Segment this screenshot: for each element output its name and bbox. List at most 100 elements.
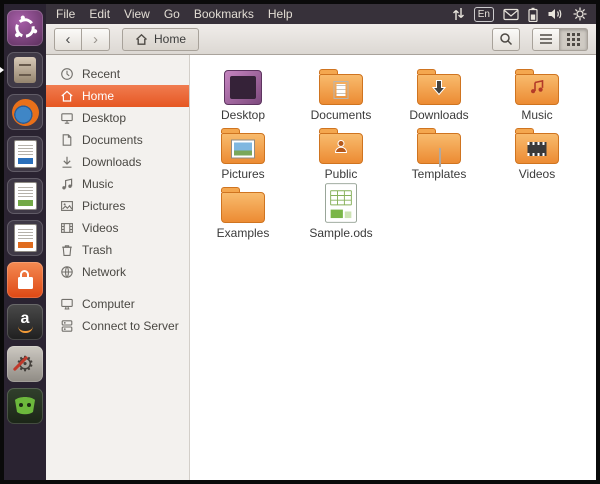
documents-folder-icon <box>319 65 363 105</box>
sidebar-item-pictures[interactable]: Pictures <box>46 195 189 217</box>
launcher-item-software-center[interactable] <box>7 262 43 298</box>
ubuntu-logo-icon <box>15 15 38 38</box>
mail-icon[interactable] <box>503 8 519 21</box>
network-arrows-icon[interactable] <box>452 7 465 21</box>
file-item-label: Templates <box>411 167 467 181</box>
launcher-item-amazon[interactable]: a <box>7 304 43 340</box>
menu-bookmarks[interactable]: Bookmarks <box>194 7 254 21</box>
file-item-music[interactable]: Music <box>488 65 586 124</box>
launcher-item-writer[interactable] <box>7 136 43 172</box>
sidebar-item-label: Computer <box>82 297 135 311</box>
sidebar-item-label: Pictures <box>82 199 126 213</box>
file-item-label: Sample.ods <box>309 226 373 240</box>
sidebar-separator <box>46 283 189 293</box>
network-globe-icon <box>60 265 74 279</box>
file-item-label: Downloads <box>409 108 469 122</box>
file-item-downloads[interactable]: Downloads <box>390 65 488 124</box>
sidebar-item-videos[interactable]: Videos <box>46 217 189 239</box>
file-item-desktop[interactable]: Desktop <box>194 65 292 124</box>
templates-folder-icon <box>417 124 461 167</box>
home-icon <box>136 33 147 45</box>
launcher-item-settings[interactable]: ⚙ <box>7 346 43 382</box>
grid-view-button[interactable] <box>560 27 588 51</box>
location-home-button[interactable]: Home <box>122 27 200 51</box>
libreoffice-calc-icon <box>13 182 37 210</box>
list-view-icon <box>540 34 552 44</box>
file-item-label: Public <box>324 167 358 181</box>
desktop-icon <box>60 111 74 125</box>
home-icon <box>60 89 74 103</box>
file-cabinet-icon <box>14 57 36 83</box>
file-item-templates[interactable]: Templates <box>390 124 488 183</box>
battery-icon[interactable] <box>528 7 538 22</box>
list-view-button[interactable] <box>532 27 560 51</box>
sidebar-item-label: Trash <box>82 243 113 257</box>
sidebar-item-label: Home <box>82 89 115 103</box>
launcher-item-files[interactable] <box>7 52 43 88</box>
file-icon-view: Desktop Documents Downloads Music Pictur… <box>190 55 596 480</box>
keyboard-layout-indicator[interactable]: En <box>473 6 494 22</box>
sidebar-item-recent[interactable]: Recent <box>46 63 189 85</box>
file-item-label: Videos <box>518 167 556 181</box>
session-gear-icon[interactable] <box>572 6 588 22</box>
sidebar-item-downloads[interactable]: Downloads <box>46 151 189 173</box>
unity-launcher: a ⚙ <box>4 4 46 480</box>
sidebar-item-label: Desktop <box>82 111 127 125</box>
file-item-documents[interactable]: Documents <box>292 65 390 124</box>
top-panel: File Edit View Go Bookmarks Help En <box>46 4 596 24</box>
download-arrow-icon <box>60 155 74 169</box>
sidebar-item-network[interactable]: Network <box>46 261 189 283</box>
examples-folder-icon <box>221 183 265 223</box>
file-item-sample-ods[interactable]: Sample.ods <box>292 183 390 242</box>
nav-button-group: ‹ › <box>54 27 110 51</box>
green-mask-icon <box>15 397 35 415</box>
sidebar-item-label: Videos <box>82 221 119 235</box>
back-button[interactable]: ‹ <box>54 27 82 51</box>
file-item-videos[interactable]: Videos <box>488 124 586 183</box>
grid-view-icon <box>567 32 580 46</box>
sidebar-item-label: Downloads <box>82 155 142 169</box>
launcher-item-impress[interactable] <box>7 220 43 256</box>
file-item-label: Documents <box>310 108 372 122</box>
sidebar-item-documents[interactable]: Documents <box>46 129 189 151</box>
sidebar-item-desktop[interactable]: Desktop <box>46 107 189 129</box>
sidebar-item-label: Network <box>82 265 127 279</box>
volume-icon[interactable] <box>547 7 563 21</box>
sidebar-item-label: Music <box>82 177 114 191</box>
public-folder-icon <box>319 124 363 164</box>
libreoffice-impress-icon <box>13 224 37 252</box>
forward-button[interactable]: › <box>82 27 110 51</box>
sidebar-item-label: Documents <box>82 133 143 147</box>
desktop-folder-icon <box>224 65 262 105</box>
picture-icon <box>60 199 74 213</box>
places-sidebar: Recent Home Desktop Documents Downloads <box>46 55 190 480</box>
sidebar-item-computer[interactable]: Computer <box>46 293 189 315</box>
menu-help[interactable]: Help <box>268 7 293 21</box>
file-item-pictures[interactable]: Pictures <box>194 124 292 183</box>
file-item-label: Pictures <box>221 167 265 181</box>
downloads-folder-icon <box>417 65 461 105</box>
file-item-examples[interactable]: Examples <box>194 183 292 242</box>
menu-edit[interactable]: Edit <box>89 7 110 21</box>
launcher-item-recorder[interactable] <box>7 388 43 424</box>
sidebar-item-trash[interactable]: Trash <box>46 239 189 261</box>
location-label: Home <box>154 32 187 46</box>
document-icon <box>60 133 74 147</box>
amazon-icon: a <box>18 311 33 333</box>
launcher-item-calc[interactable] <box>7 178 43 214</box>
videos-folder-icon <box>515 124 559 164</box>
pictures-folder-icon <box>221 124 265 164</box>
sidebar-item-connect-to-server[interactable]: Connect to Server <box>46 315 189 337</box>
global-menu: File Edit View Go Bookmarks Help <box>46 7 293 21</box>
file-item-label: Examples <box>216 226 270 240</box>
menu-view[interactable]: View <box>124 7 150 21</box>
launcher-item-firefox[interactable] <box>7 94 43 130</box>
sidebar-item-music[interactable]: Music <box>46 173 189 195</box>
file-item-public[interactable]: Public <box>292 124 390 183</box>
search-button[interactable] <box>492 27 520 51</box>
menu-file[interactable]: File <box>56 7 75 21</box>
film-icon <box>60 221 74 235</box>
sidebar-item-home[interactable]: Home <box>46 85 189 107</box>
launcher-item-dash[interactable] <box>7 10 43 46</box>
menu-go[interactable]: Go <box>164 7 180 21</box>
